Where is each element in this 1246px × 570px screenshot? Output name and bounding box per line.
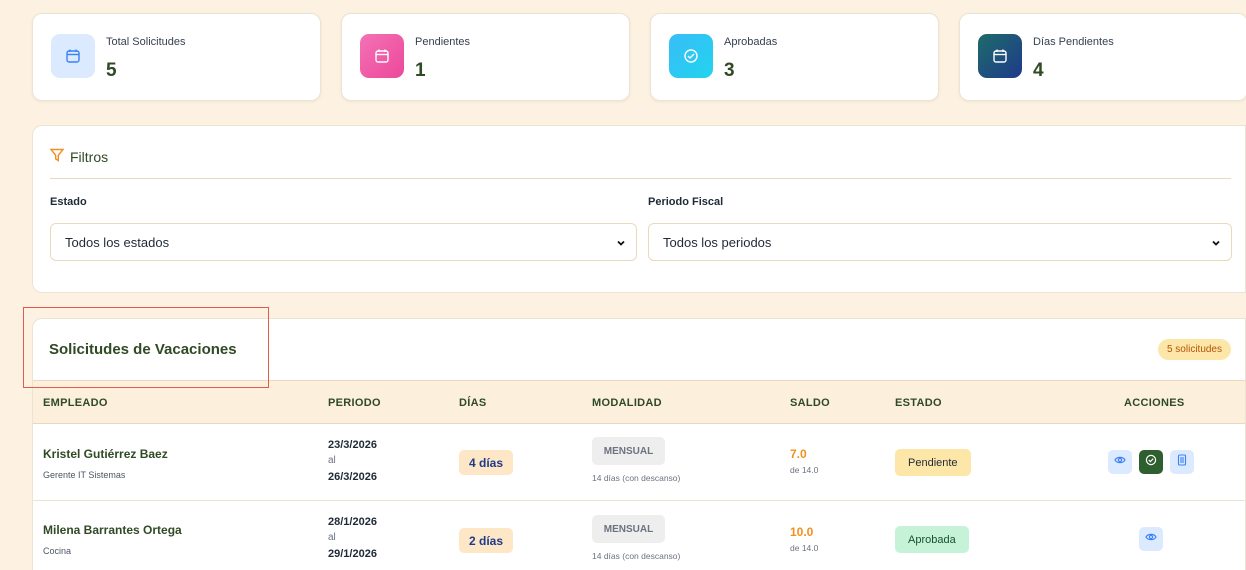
period-to: 29/1/2026	[328, 548, 377, 560]
period-range: 28/1/2026 al 29/1/2026	[328, 514, 377, 562]
stat-card-total: Total Solicitudes 5	[32, 13, 321, 101]
check-circle-icon	[669, 34, 713, 78]
stat-value: 5	[106, 60, 117, 81]
period-range: 23/3/2026 al 26/3/2026	[328, 437, 377, 485]
period-al: al	[328, 532, 336, 543]
table-row: Milena Barrantes Ortega Cocina 28/1/2026…	[33, 501, 1245, 570]
estado-select[interactable]: Todos los estados	[50, 223, 637, 261]
col-estado: ESTADO	[895, 397, 942, 409]
document-icon	[1176, 453, 1188, 471]
saldo-value: 7.0	[790, 447, 807, 461]
status-badge: Pendiente	[895, 449, 971, 476]
saldo-value: 10.0	[790, 525, 814, 539]
eye-icon	[1114, 453, 1126, 471]
col-dias: DÍAS	[459, 397, 487, 409]
divider	[50, 178, 1231, 179]
mode-badge: MENSUAL	[592, 437, 665, 465]
employee-name: Kristel Gutiérrez Baez	[43, 447, 168, 461]
estado-label: Estado	[50, 196, 87, 208]
period-al: al	[328, 455, 336, 466]
employee-role: Gerente IT Sistemas	[43, 470, 126, 480]
filters-panel: Filtros Estado Todos los estados Periodo…	[32, 125, 1246, 293]
filters-heading: Filtros	[49, 148, 109, 165]
view-button[interactable]	[1108, 450, 1132, 474]
periodo-label: Periodo Fiscal	[648, 196, 724, 208]
col-saldo: SALDO	[790, 397, 830, 409]
col-modalidad: MODALIDAD	[592, 397, 662, 409]
mode-description: 14 días (con descanso)	[592, 473, 681, 483]
periodo-select-value: Todos los periodos	[663, 234, 772, 250]
count-badge: 5 solicitudes	[1157, 339, 1231, 360]
estado-select-value: Todos los estados	[65, 234, 170, 250]
stat-card-pendientes: Pendientes 1	[341, 13, 630, 101]
stat-value: 4	[1033, 60, 1044, 81]
col-periodo: PERIODO	[328, 397, 381, 409]
eye-icon	[1145, 530, 1157, 548]
employee-role: Cocina	[43, 546, 72, 556]
col-empleado: EMPLEADO	[43, 397, 108, 409]
filter-icon	[49, 148, 65, 165]
stat-label: Aprobadas	[724, 36, 778, 48]
period-from: 23/3/2026	[328, 439, 377, 451]
stat-card-aprobadas: Aprobadas 3	[650, 13, 939, 101]
stats-row: Total Solicitudes 5 Pendientes 1 Aprobad…	[32, 13, 1246, 101]
mode-badge: MENSUAL	[592, 515, 665, 543]
approve-button[interactable]	[1139, 450, 1163, 474]
status-badge: Aprobada	[895, 526, 969, 553]
calendar-icon	[978, 34, 1022, 78]
chevron-down-icon	[1211, 236, 1221, 251]
saldo-max: de 14.0	[790, 543, 819, 553]
calendar-icon	[360, 34, 404, 78]
stat-label: Total Solicitudes	[106, 36, 186, 48]
stat-value: 3	[724, 60, 735, 81]
days-badge: 2 días	[459, 528, 514, 553]
stat-value: 1	[415, 60, 426, 81]
check-circle-icon	[1145, 453, 1157, 471]
stat-label: Días Pendientes	[1033, 36, 1114, 48]
col-acciones: ACCIONES	[1124, 397, 1185, 409]
highlight-box	[23, 307, 269, 388]
saldo-max: de 14.0	[790, 465, 819, 475]
stat-card-dias-pendientes: Días Pendientes 4	[959, 13, 1246, 101]
period-to: 26/3/2026	[328, 471, 377, 483]
filters-title: Filtros	[70, 148, 109, 165]
chevron-down-icon	[616, 236, 626, 251]
view-button[interactable]	[1139, 527, 1163, 551]
periodo-select[interactable]: Todos los periodos	[648, 223, 1232, 261]
table-row: Kristel Gutiérrez Baez Gerente IT Sistem…	[33, 424, 1245, 501]
stat-label: Pendientes	[415, 36, 471, 48]
mode-description: 14 días (con descanso)	[592, 551, 681, 561]
calendar-icon	[51, 34, 95, 78]
days-badge: 4 días	[459, 450, 514, 475]
employee-name: Milena Barrantes Ortega	[43, 523, 182, 537]
document-button[interactable]	[1170, 450, 1194, 474]
period-from: 28/1/2026	[328, 516, 377, 528]
